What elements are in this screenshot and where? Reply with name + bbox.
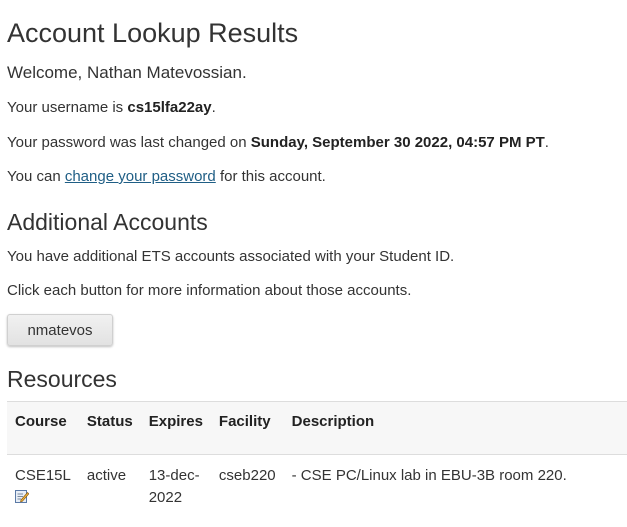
column-header-facility: Facility (210, 401, 284, 455)
additional-accounts-heading: Additional Accounts (7, 209, 208, 235)
column-header-status: Status (78, 401, 141, 455)
change-password-line: You can change your password for this ac… (7, 167, 326, 187)
username-suffix: . (211, 99, 216, 116)
account-button-nmatevos[interactable]: nmatevos (7, 314, 113, 346)
table-row: CSE15L active 13-dec- 2022 cseb220 - CSE… (7, 454, 627, 509)
cell-description: - CSE PC/Linux lab in EBU-3B room 220. (283, 454, 627, 509)
change-password-prefix: You can (7, 168, 65, 185)
expires-line1: 13-dec- (148, 467, 200, 484)
cell-expires: 13-dec- 2022 (140, 454, 211, 509)
cell-facility: cseb220 (210, 454, 284, 509)
resources-table: Course Status Expires Facility Descripti… (7, 401, 627, 509)
password-changed-date: Sunday, September 30 2022, 04:57 PM PT (250, 134, 545, 151)
column-header-course: Course (7, 401, 79, 455)
change-password-link[interactable]: change your password (65, 168, 216, 185)
cell-status: active (78, 454, 141, 509)
resources-heading: Resources (7, 366, 117, 392)
username-line: Your username is cs15lfa22ay. (7, 98, 216, 118)
change-password-suffix: for this account. (215, 168, 326, 185)
password-changed-prefix: Your password was last changed on (7, 134, 251, 151)
column-header-description: Description (283, 401, 627, 455)
edit-icon[interactable] (15, 488, 30, 503)
password-changed-line: Your password was last changed on Sunday… (7, 133, 549, 153)
additional-accounts-instructions: Click each button for more information a… (7, 282, 412, 299)
table-header-row: Course Status Expires Facility Descripti… (7, 401, 627, 455)
password-changed-suffix: . (544, 134, 549, 151)
page-title: Account Lookup Results (7, 18, 299, 48)
course-code: CSE15L (15, 467, 71, 484)
column-header-expires: Expires (140, 401, 211, 455)
username-prefix: Your username is (7, 99, 128, 116)
expires-line2: 2022 (148, 489, 183, 506)
additional-accounts-text: You have additional ETS accounts associa… (7, 248, 455, 265)
cell-course: CSE15L (7, 454, 79, 509)
welcome-message: Welcome, Nathan Matevossian. (7, 63, 247, 82)
username-value: cs15lfa22ay (127, 99, 212, 116)
